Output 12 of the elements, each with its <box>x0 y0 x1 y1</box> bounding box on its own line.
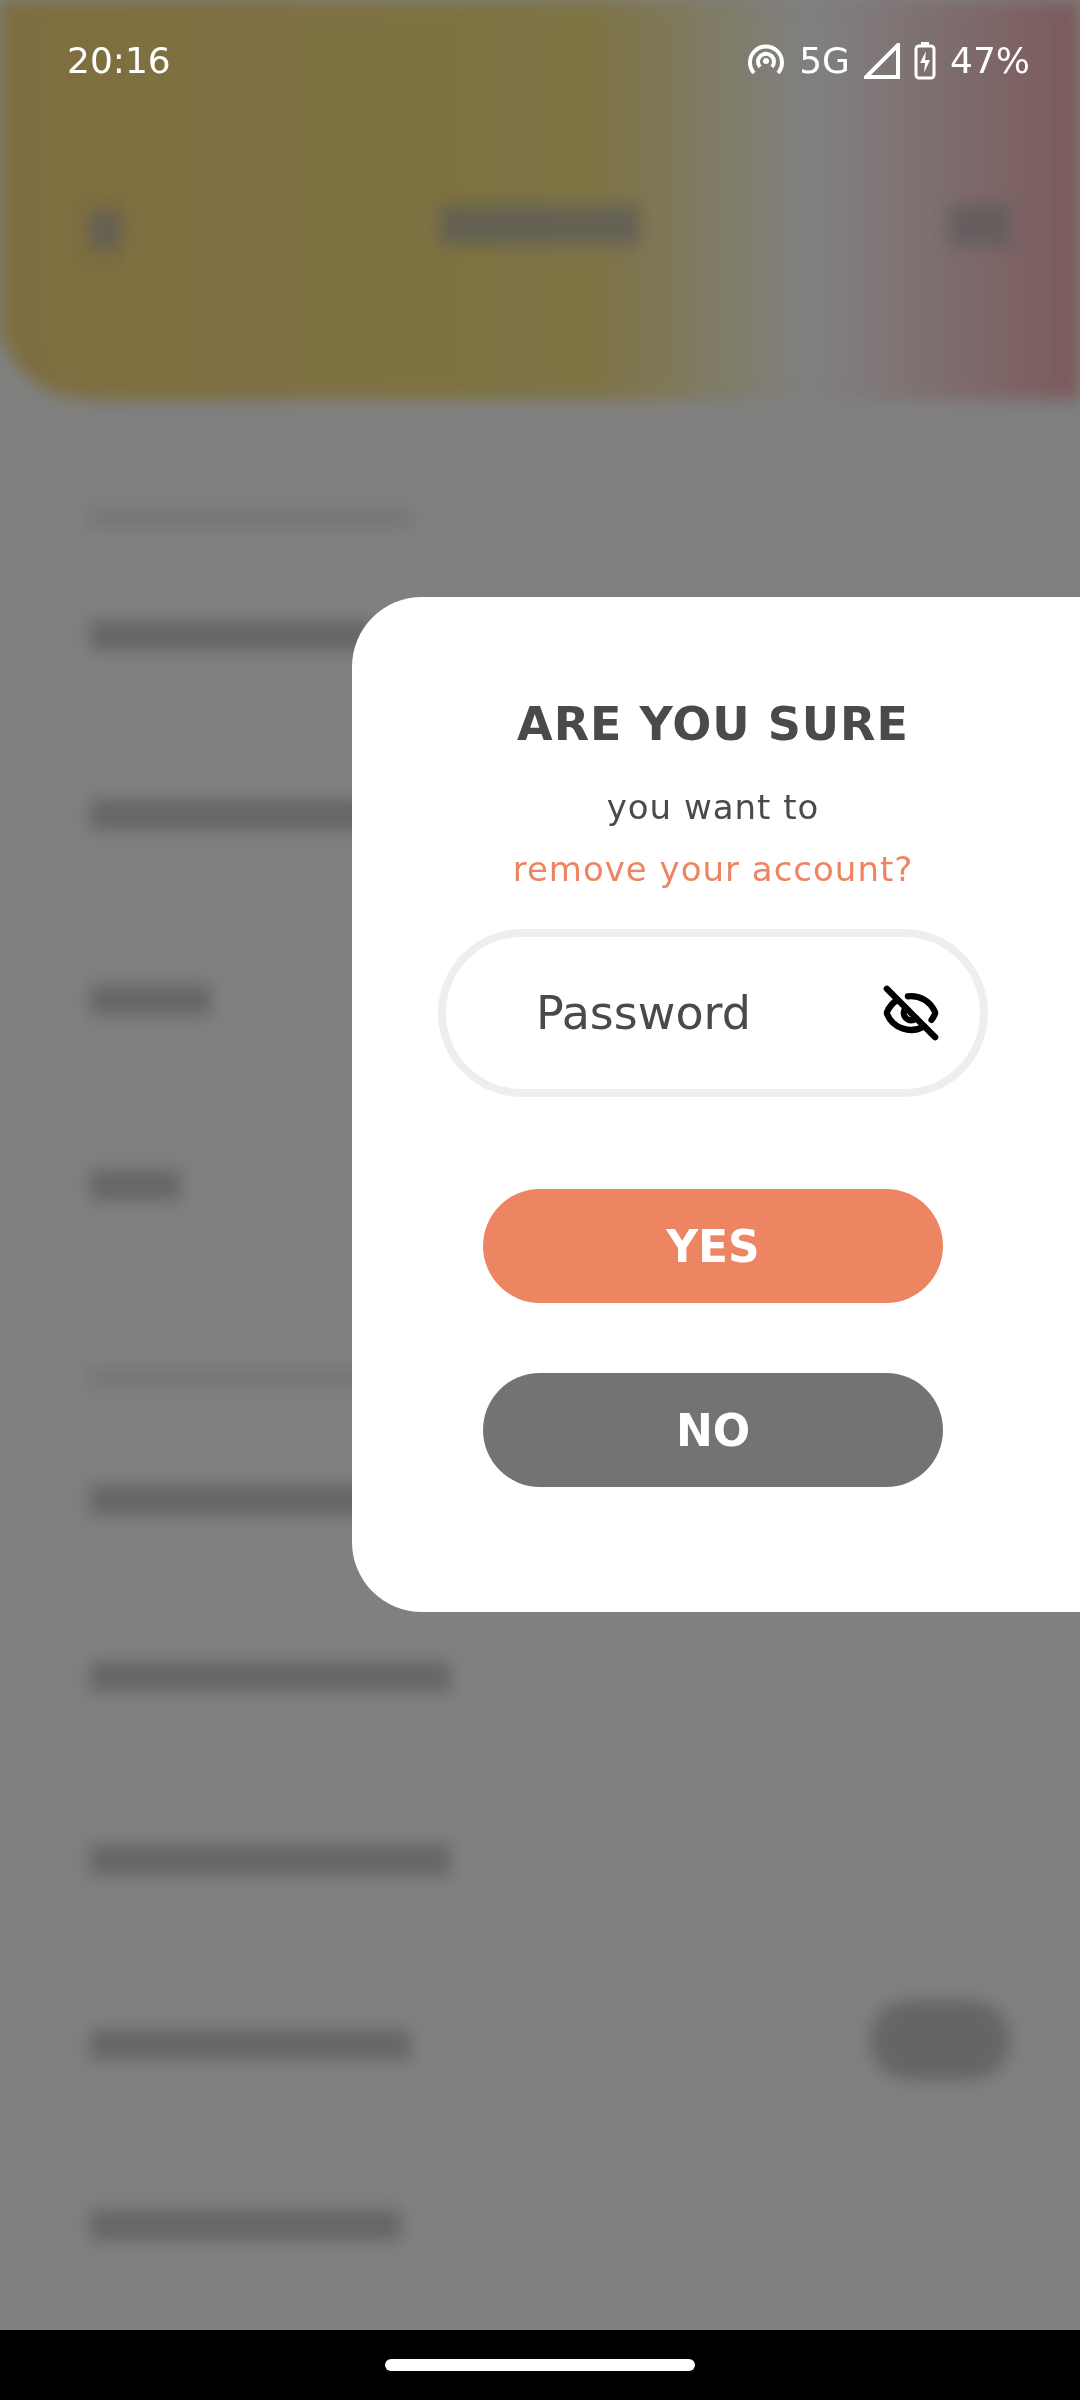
signal-icon <box>864 42 900 79</box>
dialog-title: ARE YOU SURE <box>517 697 909 751</box>
eye-slash-icon[interactable] <box>882 984 940 1042</box>
status-time: 20:16 <box>67 40 172 81</box>
confirm-button[interactable]: YES <box>483 1189 943 1303</box>
network-type: 5G <box>799 40 850 81</box>
password-field[interactable]: Password <box>438 929 988 1097</box>
dialog-warning: remove your account? <box>512 849 914 889</box>
cancel-button[interactable]: NO <box>483 1373 943 1487</box>
battery-charging-icon <box>914 41 936 80</box>
dialog-message: you want to <box>606 787 820 827</box>
battery-level: 47% <box>950 40 1030 81</box>
